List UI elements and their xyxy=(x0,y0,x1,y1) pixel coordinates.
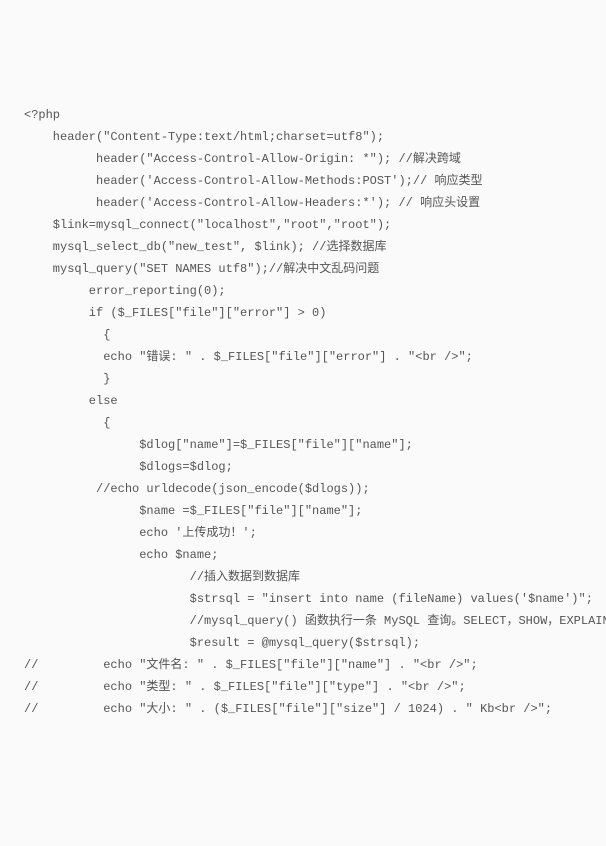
code-line: mysql_select_db("new_test", $link); //选择… xyxy=(24,236,598,258)
code-line: header("Content-Type:text/html;charset=u… xyxy=(24,126,598,148)
code-line: echo '上传成功！'; xyxy=(24,522,598,544)
code-line: header('Access-Control-Allow-Headers:*')… xyxy=(24,192,598,214)
code-line: header('Access-Control-Allow-Methods:POS… xyxy=(24,170,598,192)
code-line: { xyxy=(24,412,598,434)
code-line: <?php xyxy=(24,104,598,126)
code-block: <?php header("Content-Type:text/html;cha… xyxy=(24,104,598,720)
code-line: $strsql = "insert into name (fileName) v… xyxy=(24,588,598,610)
code-line: //mysql_query() 函数执行一条 MySQL 查询。SELECT，S… xyxy=(24,610,598,632)
code-line: if ($_FILES["file"]["error"] > 0) xyxy=(24,302,598,324)
code-line: echo $name; xyxy=(24,544,598,566)
code-line: mysql_query("SET NAMES utf8");//解决中文乱码问题 xyxy=(24,258,598,280)
code-line: $dlogs=$dlog; xyxy=(24,456,598,478)
code-line: $link=mysql_connect("localhost","root","… xyxy=(24,214,598,236)
code-line: //echo urldecode(json_encode($dlogs)); xyxy=(24,478,598,500)
code-line: echo "错误: " . $_FILES["file"]["error"] .… xyxy=(24,346,598,368)
code-line: $name =$_FILES["file"]["name"]; xyxy=(24,500,598,522)
code-line: // echo "文件名: " . $_FILES["file"]["name"… xyxy=(24,654,598,676)
code-line: else xyxy=(24,390,598,412)
code-line: //插入数据到数据库 xyxy=(24,566,598,588)
code-line: // echo "类型: " . $_FILES["file"]["type"]… xyxy=(24,676,598,698)
code-line: } xyxy=(24,368,598,390)
code-line: $dlog["name"]=$_FILES["file"]["name"]; xyxy=(24,434,598,456)
code-line: { xyxy=(24,324,598,346)
code-line: $result = @mysql_query($strsql); xyxy=(24,632,598,654)
code-line: header("Access-Control-Allow-Origin: *")… xyxy=(24,148,598,170)
code-line: error_reporting(0); xyxy=(24,280,598,302)
code-line: // echo "大小: " . ($_FILES["file"]["size"… xyxy=(24,698,598,720)
